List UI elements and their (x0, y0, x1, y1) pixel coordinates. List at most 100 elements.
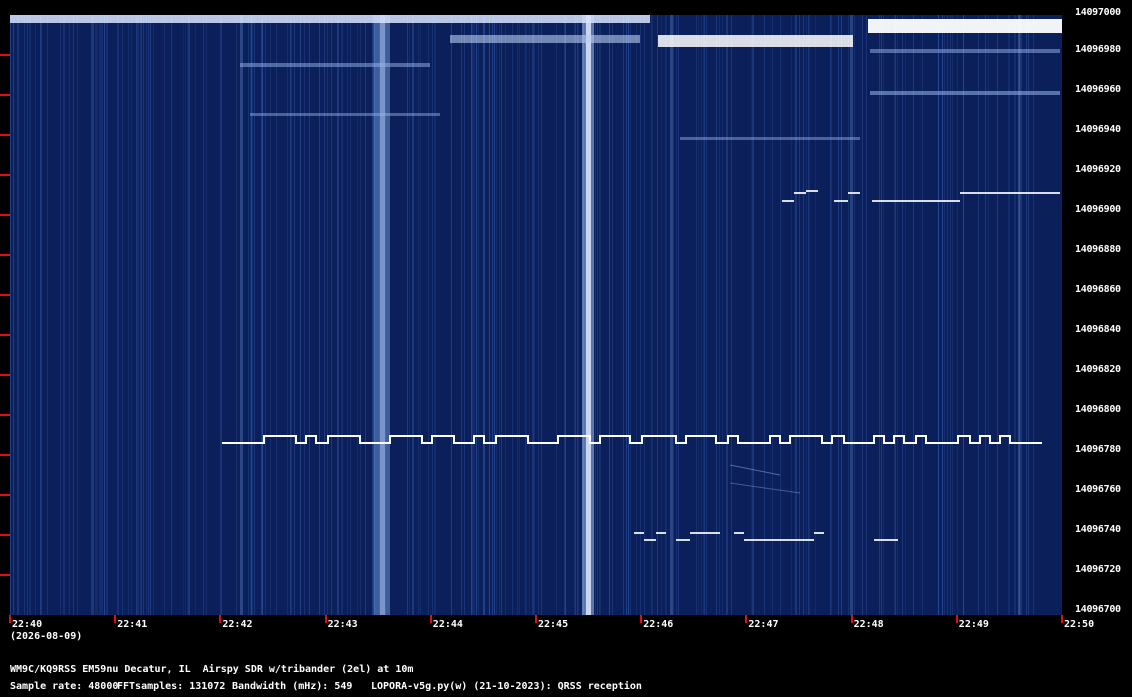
noise-streak (342, 15, 343, 615)
noise-streak (838, 15, 839, 615)
noise-streak (957, 15, 958, 615)
noise-streak (526, 15, 527, 615)
noise-streak (13, 15, 14, 615)
noise-streak (595, 15, 596, 615)
frequency-tick (0, 94, 10, 96)
noise-streak (77, 15, 78, 615)
noise-streak (665, 15, 666, 615)
station-description: WM9C/KQ9RSS EM59nu Decatur, IL Airspy SD… (10, 664, 414, 675)
interference-column (240, 15, 243, 615)
noise-streak (673, 15, 674, 615)
frequency-label: 14096820 (1075, 364, 1121, 375)
noise-streak (60, 15, 61, 615)
noise-streak (270, 15, 271, 615)
time-label: 22:49 (958, 619, 989, 630)
noise-streak (815, 15, 816, 615)
noise-streak (492, 15, 493, 615)
noise-streak (265, 15, 266, 615)
top-signal-band (450, 35, 640, 43)
noise-streak (24, 15, 25, 615)
noise-streak (564, 15, 565, 615)
bandwidth: Bandwidth (mHz): 549 (232, 681, 353, 692)
noise-streak (319, 15, 320, 615)
noise-streak (704, 15, 705, 615)
noise-streak (676, 15, 677, 615)
noise-streak (731, 15, 732, 615)
time-tick (745, 615, 748, 623)
time-tick (324, 615, 327, 623)
noise-streak (146, 15, 147, 615)
noise-streak (897, 15, 898, 615)
noise-streak (420, 15, 421, 615)
noise-streak (471, 15, 472, 615)
frequency-label: 14096700 (1075, 604, 1121, 615)
noise-streak (287, 15, 288, 615)
time-label: 22:45 (538, 619, 569, 630)
noise-streak (644, 15, 645, 615)
noise-streak (501, 15, 502, 615)
noise-streak (1014, 15, 1015, 615)
time-label: 22:44 (432, 619, 463, 630)
noise-streak (895, 15, 896, 615)
noise-streak (963, 15, 964, 615)
noise-streak (338, 15, 339, 615)
noise-streak (290, 15, 291, 615)
top-signal-band (10, 15, 650, 23)
noise-streak (195, 15, 196, 615)
frequency-label: 14096860 (1075, 284, 1121, 295)
interference-column (380, 15, 385, 615)
noise-streak (978, 15, 979, 615)
noise-streak (461, 15, 462, 615)
noise-streak (252, 15, 253, 615)
noise-streak (830, 15, 831, 615)
noise-streak (1033, 15, 1034, 615)
time-label: 22:41 (117, 619, 148, 630)
noise-streak (106, 15, 107, 615)
time-label: 22:43 (327, 619, 358, 630)
noise-streak (137, 15, 138, 615)
noise-streak (696, 15, 697, 615)
noise-streak (905, 15, 906, 615)
frequency-tick (0, 174, 10, 176)
noise-streak (91, 15, 92, 615)
noise-streak (183, 15, 184, 615)
time-tick (1061, 615, 1063, 623)
interference-column (586, 15, 591, 615)
frequency-label: 14096760 (1075, 484, 1121, 495)
noise-streak (104, 15, 105, 615)
time-label: 22:42 (222, 619, 253, 630)
noise-streak (291, 15, 292, 615)
noise-streak (556, 15, 557, 615)
noise-streak (719, 15, 720, 615)
noise-streak (706, 15, 707, 615)
noise-streak (489, 15, 490, 615)
noise-streak (143, 15, 144, 615)
waterfall-signals (10, 15, 1062, 615)
noise-streak (122, 15, 123, 615)
noise-streak (652, 15, 653, 615)
time-tick (955, 615, 958, 623)
noise-streak (347, 15, 348, 615)
noise-streak (726, 15, 727, 615)
noise-streak (902, 15, 903, 615)
time-tick (9, 615, 11, 623)
date-label: (2026-08-09) (10, 631, 83, 642)
noise-streak (261, 15, 262, 615)
noise-streak (327, 15, 328, 615)
noise-streak (10, 15, 11, 615)
noise-streak (947, 15, 948, 615)
noise-streak (950, 15, 951, 615)
noise-streak (772, 15, 773, 615)
frequency-label: 14096720 (1075, 564, 1121, 575)
noise-streak (102, 15, 103, 615)
noise-streak (597, 15, 598, 615)
noise-streak (99, 15, 100, 615)
noise-streak (35, 15, 36, 615)
frequency-tick (0, 294, 10, 296)
noise-streak (131, 15, 132, 615)
noise-streak (703, 15, 704, 615)
waterfall-spectrogram (10, 15, 1062, 615)
noise-streak (630, 15, 631, 615)
noise-streak (533, 15, 534, 615)
noise-streak (69, 15, 70, 615)
